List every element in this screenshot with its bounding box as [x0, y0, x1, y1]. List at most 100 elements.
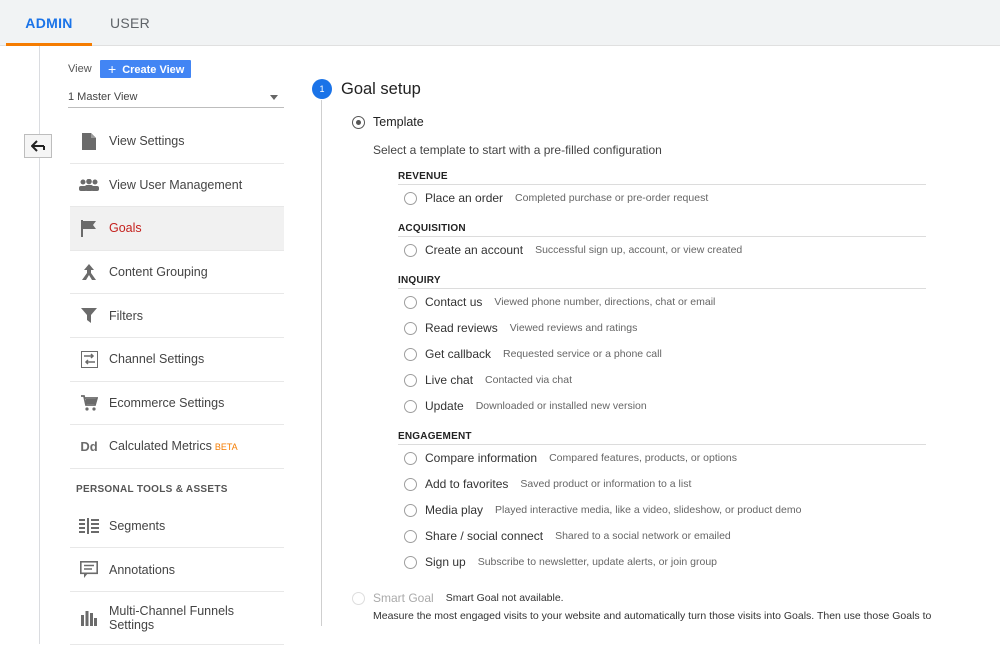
goal-template-option[interactable]: Update Downloaded or installed new versio…: [398, 393, 926, 419]
nav-item-goals[interactable]: Goals: [70, 207, 284, 251]
nav-item-annotations[interactable]: Annotations: [70, 548, 284, 592]
goal-template-radio[interactable]: [404, 399, 417, 413]
goal-template-desc: Saved product or information to a list: [520, 478, 692, 490]
goal-template-option[interactable]: Live chat Contacted via chat: [398, 367, 926, 393]
goal-template-desc: Completed purchase or pre-order request: [515, 192, 709, 204]
step-title: Goal setup: [341, 80, 421, 98]
view-selector-value: 1 Master View: [68, 91, 138, 103]
create-view-label: Create View: [122, 64, 185, 76]
goal-template-desc: Successful sign up, account, or view cre…: [535, 244, 743, 256]
smart-goal-radio: [352, 591, 365, 605]
nav-item-label: View Settings: [109, 134, 185, 149]
nav-item-channel-settings[interactable]: Channel Settings: [70, 338, 284, 382]
content-grouping-icon: [70, 264, 108, 281]
channel-settings-icon: [70, 350, 108, 368]
template-option[interactable]: Template: [352, 115, 424, 129]
goal-template-option[interactable]: Media play Played interactive media, like…: [398, 497, 926, 523]
goal-template-desc: Contacted via chat: [485, 374, 572, 386]
goal-template-name: Share / social connect: [425, 529, 544, 543]
segments-icon: [70, 518, 108, 535]
nav-item-label: Filters: [109, 308, 144, 323]
tab-user[interactable]: USER: [100, 0, 160, 46]
goal-template-radio[interactable]: [404, 191, 417, 205]
nav-item-view-settings[interactable]: View Settings: [70, 120, 284, 164]
goal-template-name: Live chat: [425, 373, 474, 387]
goal-template-radio[interactable]: [404, 529, 417, 543]
nav-item-label-text: Calculated Metrics: [109, 439, 212, 454]
view-selector[interactable]: 1 Master View: [68, 88, 284, 108]
goal-template-radio[interactable]: [404, 373, 417, 387]
nav-item-calculated-metrics[interactable]: Dd Calculated Metrics BETA: [70, 425, 284, 469]
document-icon: [70, 132, 108, 150]
goal-template-desc: Viewed phone number, directions, chat or…: [494, 296, 716, 308]
goal-template-name: Compare information: [425, 451, 538, 465]
goal-template-option[interactable]: Add to favorites Saved product or informa…: [398, 471, 926, 497]
goal-template-radio[interactable]: [404, 451, 417, 465]
template-description: Select a template to start with a pre-fi…: [373, 143, 662, 157]
goal-group-heading: REVENUE: [398, 171, 926, 185]
goal-group-heading-text: ENGAGEMENT: [398, 431, 478, 442]
goal-group-heading: INQUIRY: [398, 275, 926, 289]
goal-template-desc: Downloaded or installed new version: [475, 400, 647, 412]
bar-chart-icon: [70, 609, 108, 627]
nav-item-content-grouping[interactable]: Content Grouping: [70, 251, 284, 295]
goal-template-desc: Shared to a social network or emailed: [555, 530, 731, 542]
nav-item-label: Multi-Channel Funnels Settings: [109, 604, 234, 632]
goal-template-name: Update: [425, 399, 464, 413]
admin-nav: View Settings View User Management Goals…: [70, 120, 284, 645]
goal-template-option[interactable]: Share / social connect Shared to a social…: [398, 523, 926, 549]
flag-icon: [70, 219, 108, 237]
goal-template-radio[interactable]: [404, 555, 417, 569]
smart-goal-note: Smart Goal not available.: [445, 592, 564, 604]
nav-item-label: View User Management: [109, 177, 243, 192]
goal-template-desc: Requested service or a phone call: [503, 348, 662, 360]
goal-template-name: Get callback: [425, 347, 492, 361]
smart-goal-description: Measure the most engaged visits to your …: [373, 610, 932, 622]
goal-template-radio[interactable]: [404, 321, 417, 335]
goal-template-option[interactable]: Place an order Completed purchase or pre-…: [398, 185, 926, 211]
goal-group-heading: ACQUISITION: [398, 223, 926, 237]
nav-item-label: Channel Settings: [109, 352, 205, 367]
goal-template-name: Create an account: [425, 243, 524, 257]
goal-template-radio[interactable]: [404, 243, 417, 257]
nav-item-filters[interactable]: Filters: [70, 294, 284, 338]
plus-icon: +: [108, 61, 117, 77]
goal-template-radio[interactable]: [404, 503, 417, 517]
tab-admin[interactable]: ADMIN: [6, 0, 92, 46]
goal-template-option[interactable]: Compare information Compared features, pr…: [398, 445, 926, 471]
template-radio[interactable]: [352, 115, 365, 129]
goal-template-name: Contact us: [425, 295, 483, 309]
goal-group: ENGAGEMENT Compare information Compared fe…: [398, 431, 926, 575]
nav-item-segments[interactable]: Segments: [70, 505, 284, 549]
view-label: View: [68, 63, 92, 75]
back-arrow-icon: [30, 140, 45, 152]
nav-item-label: Content Grouping: [109, 265, 208, 280]
goal-template-option[interactable]: Create an account Successful sign up, acc…: [398, 237, 926, 263]
goal-template-option[interactable]: Get callback Requested service or a phone…: [398, 341, 926, 367]
goal-template-desc: Subscribe to newsletter, update alerts, …: [477, 556, 718, 568]
goal-group-heading-text: REVENUE: [398, 171, 454, 182]
goal-template-name: Place an order: [425, 191, 504, 205]
goal-template-option[interactable]: Sign up Subscribe to newsletter, update a…: [398, 549, 926, 575]
smart-goal-option: Smart Goal Smart Goal not available.: [352, 591, 564, 605]
smart-goal-label: Smart Goal: [373, 591, 434, 605]
goal-template-radio[interactable]: [404, 347, 417, 361]
goal-template-radio[interactable]: [404, 295, 417, 309]
beta-badge: BETA: [214, 442, 238, 453]
section-heading: PERSONAL TOOLS & ASSETS: [76, 483, 228, 495]
nav-item-multi-channel-funnels-settings[interactable]: Multi-Channel Funnels Settings: [70, 592, 284, 645]
goal-template-desc: Viewed reviews and ratings: [509, 322, 638, 334]
nav-item-ecommerce-settings[interactable]: Ecommerce Settings: [70, 382, 284, 426]
goal-group: INQUIRY Contact us Viewed phone number, di…: [398, 275, 926, 419]
annotation-icon: [70, 561, 108, 579]
nav-item-label: Segments: [109, 519, 166, 534]
nav-item-label: Annotations: [109, 562, 176, 577]
back-arrow-button[interactable]: [24, 134, 52, 158]
goal-template-option[interactable]: Contact us Viewed phone number, direction…: [398, 289, 926, 315]
goal-template-option[interactable]: Read reviews Viewed reviews and ratings: [398, 315, 926, 341]
nav-item-view-user-management[interactable]: View User Management: [70, 164, 284, 208]
goal-template-radio[interactable]: [404, 477, 417, 491]
create-view-button[interactable]: + Create View: [100, 60, 191, 78]
goal-template-name: Sign up: [425, 555, 466, 569]
nav-item-label: Goals: [109, 221, 142, 236]
